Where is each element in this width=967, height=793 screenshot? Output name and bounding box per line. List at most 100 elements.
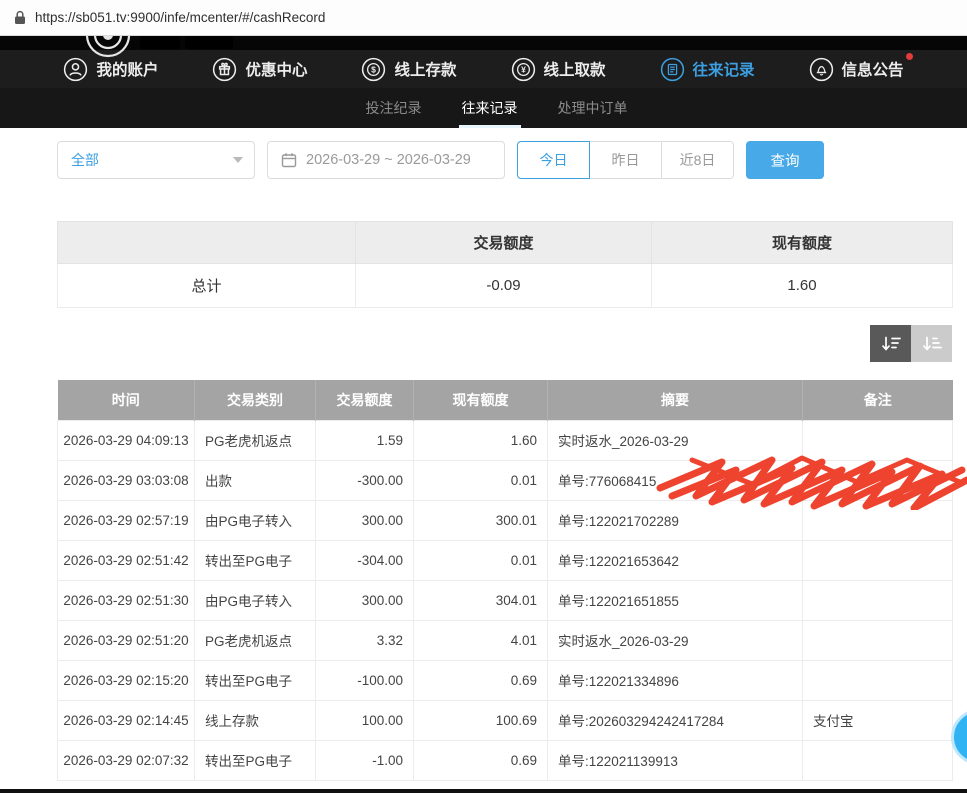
tab-processing-orders[interactable]: 处理中订单 [555,88,631,128]
nav-item-transaction-records[interactable]: 往来记录 [660,57,755,82]
cell-amount: 300.00 [316,500,414,540]
cell-summary: 单号:122021653642 [548,540,803,580]
sub-nav: 投注纪录 往来记录 处理中订单 [0,88,967,128]
record-row: 2026-03-29 02:51:42 转出至PG电子 -304.00 0.01… [58,540,953,580]
record-row: 2026-03-29 03:03:08 出款 -300.00 0.01 单号:7… [58,460,953,500]
cell-remark [803,740,953,780]
summary-table: 交易额度 现有额度 总计 -0.09 1.60 [57,221,953,308]
today-button[interactable]: 今日 [517,141,590,179]
cell-amount: -100.00 [316,660,414,700]
button-label: 昨日 [612,150,640,170]
cell-type: 转出至PG电子 [195,740,316,780]
nav-item-deposit[interactable]: $ 线上存款 [361,57,456,82]
search-button[interactable]: 查询 [746,141,824,179]
cell-balance: 300.01 [414,500,548,540]
cell-balance: 100.69 [414,700,548,740]
cell-summary: 单号:122021334896 [548,660,803,700]
header-balance: 现有额度 [414,380,548,420]
cell-amount: -1.00 [316,740,414,780]
cell-type: 由PG电子转入 [195,500,316,540]
cell-amount: -304.00 [316,540,414,580]
button-label: 今日 [540,150,568,170]
sort-descending-icon [880,335,902,353]
cell-remark [803,620,953,660]
nav-item-announcements[interactable]: 信息公告 [809,57,904,82]
cell-balance: 304.01 [414,580,548,620]
cell-time: 2026-03-29 02:57:19 [58,500,195,540]
summary-header-balance: 现有额度 [652,222,953,264]
record-row: 2026-03-29 02:14:45 线上存款 100.00 100.69 单… [58,700,953,740]
sort-ascending-icon [921,335,943,353]
cell-amount: 3.32 [316,620,414,660]
cell-time: 2026-03-29 04:09:13 [58,420,195,460]
summary-header-blank [58,222,356,264]
svg-text:$: $ [372,64,377,74]
cell-summary: 单号:122021651855 [548,580,803,620]
records-body: 2026-03-29 04:09:13 PG老虎机返点 1.59 1.60 实时… [58,420,953,780]
record-row: 2026-03-29 02:15:20 转出至PG电子 -100.00 0.69… [58,660,953,700]
tab-label: 处理中订单 [558,98,628,118]
cell-remark [803,460,953,500]
cell-time: 2026-03-29 02:15:20 [58,660,195,700]
cell-type: PG老虎机返点 [195,620,316,660]
cell-balance: 0.69 [414,660,548,700]
cell-summary: 单号:776068415 [548,460,803,500]
deposit-coin-icon: $ [361,57,386,82]
summary-balance-total: 1.60 [652,264,953,308]
header-summary: 摘要 [548,380,803,420]
yesterday-button[interactable]: 昨日 [589,141,662,179]
bell-icon [809,57,834,82]
tab-transaction-records[interactable]: 往来记录 [459,88,521,128]
sort-ascending-button[interactable] [911,325,952,362]
date-range-input[interactable]: 2026-03-29 ~ 2026-03-29 [267,141,505,179]
cell-summary: 实时返水_2026-03-29 [548,420,803,460]
summary-total-label: 总计 [58,264,356,308]
notification-badge [906,53,913,60]
cell-remark [803,580,953,620]
type-select[interactable]: 全部 [57,141,255,179]
record-row: 2026-03-29 02:07:32 转出至PG电子 -1.00 0.69 单… [58,740,953,780]
withdraw-coin-icon: ¥ [511,57,536,82]
nav-label: 线上存款 [394,58,456,80]
sort-descending-button[interactable] [870,325,911,362]
cell-type: 转出至PG电子 [195,660,316,700]
main-content: 全部 2026-03-29 ~ 2026-03-29 今日 昨日 [0,128,967,781]
cell-type: 出款 [195,460,316,500]
tab-label: 往来记录 [462,98,518,118]
cell-type: PG老虎机返点 [195,420,316,460]
cell-summary: 单号:122021702289 [548,500,803,540]
tab-betting-records[interactable]: 投注纪录 [363,88,425,128]
type-select-value: 全部 [71,150,99,170]
nav-item-withdraw[interactable]: ¥ 线上取款 [511,57,606,82]
cell-balance: 1.60 [414,420,548,460]
records-header: 时间 交易类别 交易额度 现有额度 摘要 备注 [58,380,953,420]
cell-type: 由PG电子转入 [195,580,316,620]
records-table: 时间 交易类别 交易额度 现有额度 摘要 备注 2026-03-29 04:09… [57,380,953,781]
last-8-days-button[interactable]: 近8日 [661,141,734,179]
cell-time: 2026-03-29 02:14:45 [58,700,195,740]
header-remark: 备注 [803,380,953,420]
browser-address-bar[interactable]: https://sb051.tv:9900/infe/mcenter/#/cas… [0,0,967,36]
site-header: 我的账户 优惠中心 $ 线上存款 [0,36,967,88]
cell-summary: 实时返水_2026-03-29 [548,620,803,660]
record-row: 2026-03-29 02:57:19 由PG电子转入 300.00 300.0… [58,500,953,540]
date-range-value: 2026-03-29 ~ 2026-03-29 [306,152,471,168]
button-label: 近8日 [680,150,716,170]
record-row: 2026-03-29 02:51:30 由PG电子转入 300.00 304.0… [58,580,953,620]
header-type: 交易类别 [195,380,316,420]
record-row: 2026-03-29 04:09:13 PG老虎机返点 1.59 1.60 实时… [58,420,953,460]
url-text: https://sb051.tv:9900/infe/mcenter/#/cas… [35,10,325,25]
cell-type: 线上存款 [195,700,316,740]
sort-controls [0,325,952,362]
summary-transaction-total: -0.09 [356,264,652,308]
filter-row: 全部 2026-03-29 ~ 2026-03-29 今日 昨日 [57,141,967,179]
cell-amount: 1.59 [316,420,414,460]
header-time: 时间 [58,380,195,420]
cell-balance: 0.01 [414,460,548,500]
site-logo [78,36,238,67]
calendar-icon [281,152,297,168]
header-amount: 交易额度 [316,380,414,420]
tab-label: 投注纪录 [366,98,422,118]
summary-header-transaction: 交易额度 [356,222,652,264]
cell-balance: 0.01 [414,540,548,580]
